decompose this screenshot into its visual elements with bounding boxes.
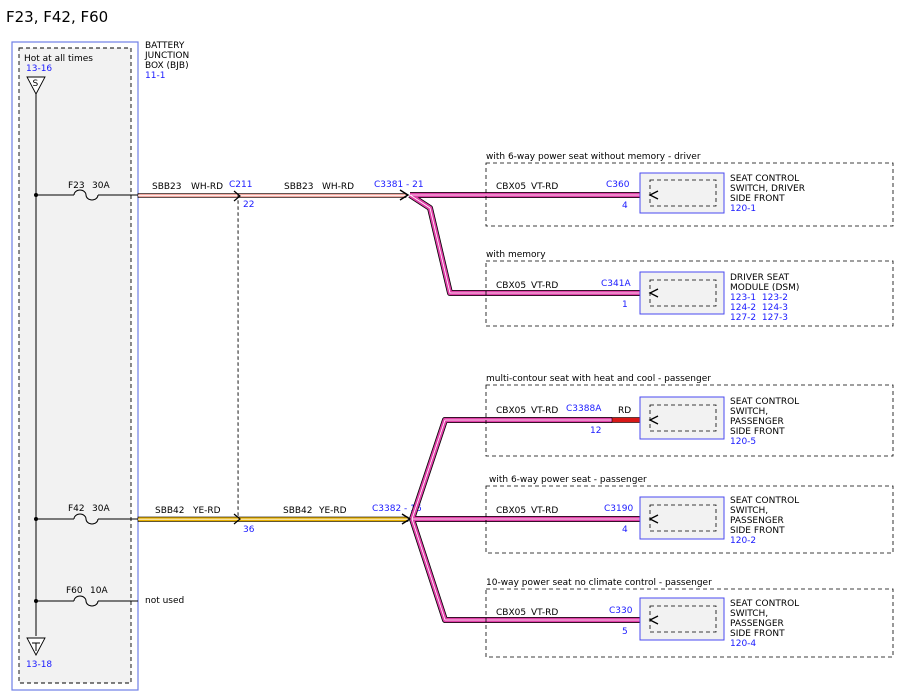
device-c360-line3: SIDE FRONT <box>730 194 785 204</box>
branch-c360: with 6-way power seat without memory - d… <box>485 152 894 227</box>
connector-c341a: C341A <box>601 279 631 289</box>
device-c330-ref: 120-4 <box>730 639 756 649</box>
branch-c330-color: VT-RD <box>531 608 558 618</box>
c3388a-stub-color: RD <box>618 406 631 416</box>
device-c341a-ref1: 123-1 123-2 <box>730 293 788 303</box>
device-c341a-ref2: 124-2 124-3 <box>730 303 788 313</box>
branch-c360-condition: with 6-way power seat without memory - d… <box>486 152 701 162</box>
device-c360-ref: 120-1 <box>730 204 756 214</box>
ref-top: 13-16 <box>26 64 52 74</box>
device-c3388a-line4: SIDE FRONT <box>730 427 785 437</box>
branch-c330-condition: 10-way power seat no climate control - p… <box>486 578 712 588</box>
branch-c3388a-color: VT-RD <box>531 406 558 416</box>
hot-at-all-times-label: Hot at all times <box>24 54 93 64</box>
sbb23-left-circuit: SBB23 <box>152 182 182 192</box>
c211-pin: 22 <box>243 200 254 210</box>
wiring-diagram: F23, F42, F60 Hot at all times 13-16 S 1… <box>6 8 894 691</box>
fuse-f42-id: F42 <box>68 504 85 514</box>
splice-s-label: S <box>33 79 39 89</box>
sbb42-left-color: YE-RD <box>192 506 221 516</box>
rd-stub-wire <box>611 417 641 423</box>
fuse-f42-amps: 30A <box>92 504 110 514</box>
connector-c360: C360 <box>606 180 630 190</box>
connector-c211: C211 <box>229 180 252 190</box>
branch-c330-circuit: CBX05 <box>496 608 526 618</box>
branch-c3190-condition: with 6-way power seat - passenger <box>489 475 647 485</box>
ref-bottom: 13-18 <box>26 660 52 670</box>
device-c341a-ref3: 127-2 127-3 <box>730 313 788 323</box>
device-c330-line2: SWITCH, <box>730 609 768 619</box>
branch-c3388a-condition: multi-contour seat with heat and cool - … <box>486 374 711 384</box>
bjb-name-3: BOX (BJB) <box>145 61 189 71</box>
connector-c3388a: C3388A <box>566 404 602 414</box>
c211-pin-bottom: 36 <box>243 525 255 535</box>
wire-sbb42: SBB42 YE-RD 36 SBB42 YE-RD C3382 - 16 <box>137 504 422 535</box>
fuse-f23-amps: 30A <box>92 181 110 191</box>
device-c3388a-line3: PASSENGER <box>730 417 784 427</box>
branch-c3388a-circuit: CBX05 <box>496 406 526 416</box>
device-c3388a-line2: SWITCH, <box>730 407 768 417</box>
device-c3190-line2: SWITCH, <box>730 506 768 516</box>
device-c3190-line1: SEAT CONTROL <box>730 496 799 506</box>
connector-c341a-pin: 1 <box>622 300 628 310</box>
connector-c330: C330 <box>609 606 633 616</box>
device-c360-line1: SEAT CONTROL <box>730 174 799 184</box>
wire-sbb23: SBB23 WH-RD C211 22 SBB23 WH-RD C3381 - … <box>137 180 424 210</box>
connector-c330-pin: 5 <box>622 627 628 637</box>
branch-c3190-circuit: CBX05 <box>496 506 526 516</box>
fuse-f60-amps: 10A <box>90 586 108 596</box>
branch-c360-circuit: CBX05 <box>496 182 526 192</box>
page-title: F23, F42, F60 <box>6 8 108 26</box>
device-c341a-line2: MODULE (DSM) <box>730 283 799 293</box>
bjb-name-1: BATTERY <box>145 41 185 51</box>
sbb23-right-circuit: SBB23 <box>284 182 314 192</box>
branch-c341a-color: VT-RD <box>531 281 558 291</box>
branch-c341a-condition: with memory <box>486 250 546 260</box>
device-c3388a-ref: 120-5 <box>730 437 756 447</box>
fuse-f60-note: not used <box>145 596 184 606</box>
connector-c360-pin: 4 <box>622 201 628 211</box>
device-c3388a-line1: SEAT CONTROL <box>730 397 799 407</box>
branch-c3388a: multi-contour seat with heat and cool - … <box>485 374 894 457</box>
branch-c330: 10-way power seat no climate control - p… <box>485 578 894 658</box>
sbb42-left-circuit: SBB42 <box>155 506 185 516</box>
connector-c3190-pin: 4 <box>622 525 628 535</box>
branch-c360-color: VT-RD <box>531 182 558 192</box>
fuse-f60-id: F60 <box>66 586 83 596</box>
branch-c3190-color: VT-RD <box>531 506 558 516</box>
sbb23-left-color: WH-RD <box>191 182 223 192</box>
device-c3190-line4: SIDE FRONT <box>730 526 785 536</box>
device-c3190-ref: 120-2 <box>730 536 756 546</box>
splice-c3381: C3381 - 21 <box>374 180 424 190</box>
fuse-f23-id: F23 <box>68 181 85 191</box>
bjb-name-ref: 11-1 <box>145 71 165 81</box>
device-c330-line1: SEAT CONTROL <box>730 599 799 609</box>
device-c360-line2: SWITCH, DRIVER <box>730 184 805 194</box>
branch-c341a: with memory CBX05 VT-RD C341A 1 DRIVER S… <box>485 250 894 327</box>
device-c341a-line1: DRIVER SEAT <box>730 273 790 283</box>
sbb23-right-color: WH-RD <box>322 182 354 192</box>
bjb-name-2: JUNCTION <box>144 51 189 61</box>
device-c3190-line3: PASSENGER <box>730 516 784 526</box>
device-c330-line3: PASSENGER <box>730 619 784 629</box>
connector-c3388a-pin: 12 <box>590 426 601 436</box>
branch-c3190: with 6-way power seat - passenger CBX05 … <box>485 475 894 554</box>
device-c330-line4: SIDE FRONT <box>730 629 785 639</box>
connector-c3190: C3190 <box>604 504 633 514</box>
sbb42-right-color: YE-RD <box>318 506 347 516</box>
branch-c341a-circuit: CBX05 <box>496 281 526 291</box>
sbb42-right-circuit: SBB42 <box>283 506 313 516</box>
